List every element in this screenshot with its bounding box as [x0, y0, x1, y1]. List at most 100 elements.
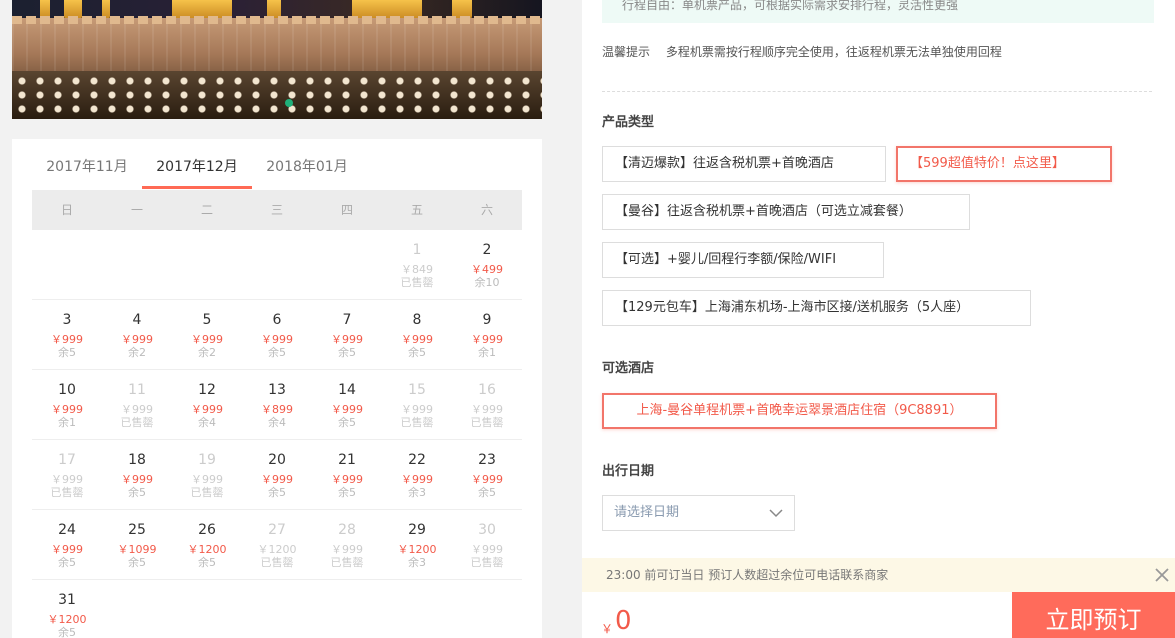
product-option-special-599[interactable]: 【599超值特价！点这里】 [896, 146, 1112, 182]
product-option-bangkok[interactable]: 【曼谷】往返含税机票+首晚酒店（可选立减套餐） [602, 194, 970, 230]
price-bar: ￥ 0 立即预订 [582, 592, 1175, 638]
day-number: 25 [128, 522, 146, 538]
month-tab[interactable]: 2018年01月 [252, 139, 362, 189]
day-price: ￥1200 [47, 613, 87, 626]
day-stock: 已售罄 [400, 416, 434, 429]
calendar-day-cell[interactable]: 23 ￥999 余5 [452, 440, 522, 509]
chevron-down-icon [769, 509, 783, 518]
book-now-button[interactable]: 立即预订 [1012, 592, 1175, 638]
calendar-day-cell[interactable]: 4 ￥999 余2 [102, 300, 172, 369]
calendar-empty-cell [32, 230, 102, 299]
day-stock: 余5 [268, 486, 286, 499]
day-number: 16 [478, 382, 496, 398]
calendar-day-cell: 15 ￥999 已售罄 [382, 370, 452, 439]
day-stock: 余3 [408, 486, 426, 499]
month-tab[interactable]: 2017年12月 [142, 139, 252, 189]
month-tab[interactable]: 2017年11月 [32, 139, 142, 189]
travel-date-title: 出行日期 [602, 464, 655, 479]
weekday-label: 五 [410, 203, 423, 217]
day-number: 17 [58, 452, 76, 468]
calendar-day-cell[interactable]: 5 ￥999 余2 [172, 300, 242, 369]
day-stock: 余5 [198, 556, 216, 569]
calendar-day-cell[interactable]: 13 ￥899 余4 [242, 370, 312, 439]
weekday-label: 三 [270, 203, 283, 217]
calendar-day-cell[interactable]: 12 ￥999 余4 [172, 370, 242, 439]
day-number: 8 [412, 312, 422, 328]
day-number: 24 [58, 522, 76, 538]
day-stock: 余2 [198, 346, 216, 359]
day-stock: 余10 [474, 276, 500, 289]
day-number: 13 [268, 382, 286, 398]
day-number: 12 [198, 382, 216, 398]
calendar-week-row: 24 ￥999 余5 25 ￥1099 余5 26 ￥1200 余5 27 ￥1200 已售罄 28 ￥9… [32, 510, 522, 580]
calendar-day-cell: 27 ￥1200 已售罄 [242, 510, 312, 579]
tips-text: 多程机票需按行程顺序完全使用，往返程机票无法单独使用回程 [665, 45, 1002, 59]
day-price: ￥999 [401, 473, 433, 486]
calendar-day-cell[interactable]: 8 ￥999 余5 [382, 300, 452, 369]
day-number: 3 [62, 312, 72, 328]
calendar-day-cell[interactable]: 7 ￥999 余5 [312, 300, 382, 369]
day-price: ￥999 [261, 473, 293, 486]
day-price: ￥899 [261, 403, 293, 416]
calendar-day-cell: 30 ￥999 已售罄 [452, 510, 522, 579]
tips-label: 温馨提示 [602, 45, 651, 59]
day-stock: 余5 [338, 346, 356, 359]
product-option-addons[interactable]: 【可选】+婴儿/回程行李额/保险/WIFI [602, 242, 884, 278]
day-price: ￥999 [51, 543, 83, 556]
carousel-dot-active[interactable] [285, 99, 293, 107]
day-number: 15 [408, 382, 426, 398]
day-price: ￥849 [401, 263, 433, 276]
banner-wall [12, 18, 542, 78]
product-option-chiangmai[interactable]: 【清迈爆款】往返含税机票+首晚酒店 [602, 146, 886, 182]
day-price: ￥999 [121, 473, 153, 486]
product-type-title: 产品类型 [602, 115, 655, 130]
calendar-day-cell[interactable]: 31 ￥1200 余5 [32, 580, 102, 638]
calendar-day-cell[interactable]: 3 ￥999 余5 [32, 300, 102, 369]
close-icon[interactable] [1153, 566, 1171, 584]
calendar-day-cell[interactable]: 14 ￥999 余5 [312, 370, 382, 439]
day-price: ￥1099 [117, 543, 157, 556]
hotel-option[interactable]: 上海-曼谷单程机票+首晚幸运翠景酒店住宿（9C8891） [602, 393, 997, 429]
hotel-title: 可选酒店 [602, 361, 655, 376]
day-price: ￥999 [191, 333, 223, 346]
day-stock: 余5 [338, 416, 356, 429]
calendar-day-cell[interactable]: 22 ￥999 余3 [382, 440, 452, 509]
calendar-day-cell: 1 ￥849 已售罄 [382, 230, 452, 299]
calendar-day-cell[interactable]: 10 ￥999 余1 [32, 370, 102, 439]
day-stock: 余4 [268, 416, 286, 429]
calendar-day-cell[interactable]: 20 ￥999 余5 [242, 440, 312, 509]
calendar-grid: 1 ￥849 已售罄 2 ￥499 余10 3 ￥999 余5 4 ￥999 余2 5 ￥999 余2 6 ￥9… [32, 230, 522, 638]
day-stock: 余5 [338, 486, 356, 499]
calendar-day-cell[interactable]: 6 ￥999 余5 [242, 300, 312, 369]
calendar-day-cell[interactable]: 21 ￥999 余5 [312, 440, 382, 509]
day-stock: 余2 [128, 346, 146, 359]
product-option-transfer[interactable]: 【129元包车】上海浦东机场-上海市区接/送机服务（5人座） [602, 290, 1031, 326]
weekday-label: 六 [480, 203, 493, 217]
day-number: 26 [198, 522, 216, 538]
calendar-day-cell[interactable]: 9 ￥999 余1 [452, 300, 522, 369]
day-number: 5 [202, 312, 212, 328]
day-stock: 已售罄 [120, 416, 154, 429]
day-price: ￥999 [331, 333, 363, 346]
calendar-day-cell[interactable]: 24 ￥999 余5 [32, 510, 102, 579]
day-number: 23 [478, 452, 496, 468]
day-price: ￥999 [471, 403, 503, 416]
calendar-empty-cell [102, 230, 172, 299]
tips: 温馨提示 多程机票需按行程顺序完全使用，往返程机票无法单独使用回程 [602, 43, 1002, 60]
calendar-day-cell[interactable]: 26 ￥1200 余5 [172, 510, 242, 579]
day-price: ￥999 [121, 403, 153, 416]
day-stock: 已售罄 [400, 276, 434, 289]
day-stock: 已售罄 [50, 486, 84, 499]
calendar-day-cell[interactable]: 29 ￥1200 余3 [382, 510, 452, 579]
calendar-day-cell[interactable]: 2 ￥499 余10 [452, 230, 522, 299]
day-stock: 余3 [408, 556, 426, 569]
calendar-empty-cell [452, 580, 522, 638]
travel-date-select[interactable]: 请选择日期 [602, 495, 795, 531]
day-stock: 已售罄 [330, 556, 364, 569]
day-price: ￥1200 [187, 543, 227, 556]
day-price: ￥1200 [397, 543, 437, 556]
calendar-day-cell[interactable]: 25 ￥1099 余5 [102, 510, 172, 579]
day-number: 21 [338, 452, 356, 468]
day-number: 9 [482, 312, 492, 328]
calendar-day-cell[interactable]: 18 ￥999 余5 [102, 440, 172, 509]
